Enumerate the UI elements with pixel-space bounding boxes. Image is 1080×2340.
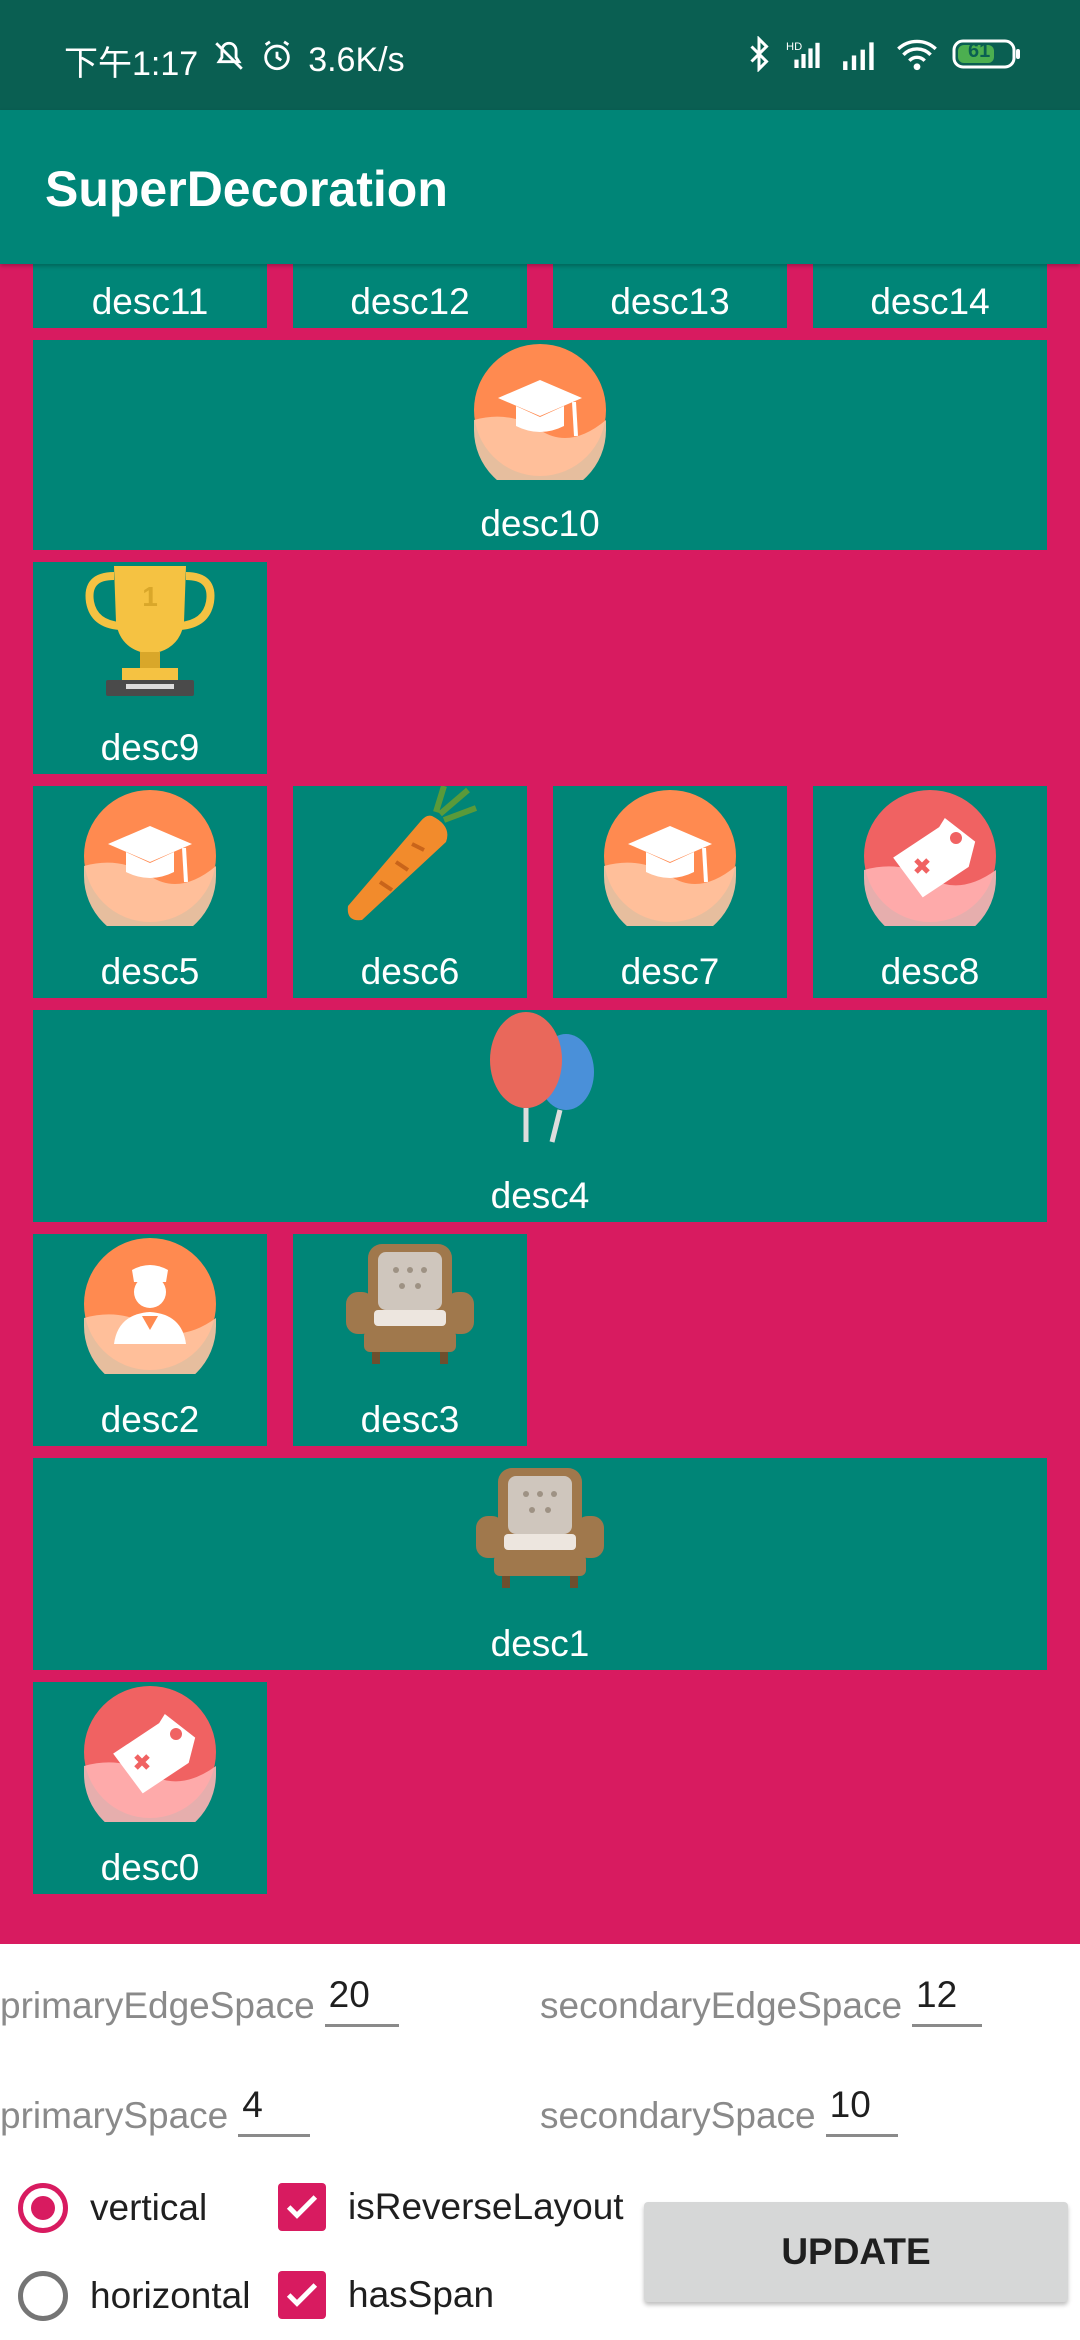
item-label: desc11 [91,281,209,322]
carrot-icon [340,786,480,926]
signal-icon [842,38,882,75]
primary-space-label: primarySpace [0,2095,229,2136]
status-right: HD 61 [746,35,1022,77]
checkbox-has-span-label: hasSpan [348,2274,495,2315]
item-label: desc4 [490,1175,590,1216]
item-label: desc7 [620,951,720,992]
grid-item-desc12[interactable]: desc12 [293,264,527,328]
grid-item-desc0[interactable]: desc0 [33,1682,267,1894]
update-button[interactable]: UPDATE [644,2202,1068,2302]
checkbox-checked-icon [278,2271,326,2319]
grid-item-desc5[interactable]: desc5 [33,786,267,998]
app-title: SuperDecoration [45,161,448,217]
secondary-edge-space-label: secondaryEdgeSpace [540,1985,903,2026]
nurse-icon [80,1234,220,1374]
secondary-space-label: secondarySpace [540,2095,816,2136]
radio-checked-icon [18,2183,68,2233]
radio-vertical-label: vertical [90,2187,208,2228]
battery-icon: 61 [952,37,1022,76]
net-speed: 3.6K/s [308,41,405,79]
grid-item-desc8[interactable]: desc8 [813,786,1047,998]
radio-horizontal[interactable]: horizontal [18,2271,250,2321]
item-label: desc3 [360,1399,460,1440]
radio-horizontal-label: horizontal [90,2275,251,2316]
recycler-grid[interactable]: desc11 desc12 desc13 desc14 desc10 1 des… [0,264,1080,1944]
checkbox-is-reverse-layout-label: isReverseLayout [348,2186,624,2227]
grid-item-desc1[interactable]: desc1 [33,1458,1047,1670]
primary-space-input[interactable] [238,2084,311,2137]
balloons-icon [470,1010,610,1150]
graduation-cap-icon [80,786,220,926]
item-label: desc12 [350,281,470,322]
item-label: desc14 [870,281,990,322]
price-tag-icon [80,1682,220,1822]
item-label: desc0 [100,1847,200,1888]
status-bar: 下午1:17 3.6K/s HD 61 [0,0,1080,110]
grid-item-desc11[interactable]: desc11 [33,264,267,328]
graduation-cap-icon [600,786,740,926]
battery-level: 61 [968,40,991,62]
item-label: desc13 [610,281,730,322]
item-label: desc2 [100,1399,200,1440]
checkbox-checked-icon [278,2183,326,2231]
armchair-icon [470,1458,610,1598]
secondary-space-input[interactable] [825,2084,898,2137]
secondary-space-field: secondarySpace [540,2084,898,2137]
svg-text:1: 1 [142,581,158,612]
graduation-cap-icon [470,340,610,480]
item-label: desc8 [880,951,980,992]
status-left: 下午1:17 3.6K/s [64,36,405,85]
item-label: desc5 [100,951,200,992]
grid-item-desc13[interactable]: desc13 [553,264,787,328]
item-label: desc9 [100,727,200,768]
grid-item-desc3[interactable]: desc3 [293,1234,527,1446]
mute-icon [212,39,246,82]
primary-edge-space-label: primaryEdgeSpace [0,1985,315,2026]
checkbox-is-reverse-layout[interactable]: isReverseLayout [278,2183,624,2231]
grid-item-desc7[interactable]: desc7 [553,786,787,998]
primary-edge-space-field: primaryEdgeSpace [0,1974,399,2027]
armchair-icon [340,1234,480,1374]
alarm-icon [260,39,294,82]
trophy-icon: 1 [80,562,220,702]
hd-signal-icon: HD [786,37,828,76]
checkbox-has-span[interactable]: hasSpan [278,2271,494,2319]
grid-item-desc4[interactable]: desc4 [33,1010,1047,1222]
grid-item-desc10[interactable]: desc10 [33,340,1047,550]
item-label: desc10 [480,503,600,544]
radio-unchecked-icon [18,2271,68,2321]
svg-text:HD: HD [786,41,802,53]
wifi-icon [896,37,938,76]
item-label: desc6 [360,951,460,992]
grid-item-desc9[interactable]: 1 desc9 [33,562,267,774]
primary-space-field: primarySpace [0,2084,311,2137]
radio-vertical[interactable]: vertical [18,2183,207,2233]
secondary-edge-space-input[interactable] [912,1974,983,2027]
grid-item-desc6[interactable]: desc6 [293,786,527,998]
grid-item-desc14[interactable]: desc14 [813,264,1047,328]
price-tag-icon [860,786,1000,926]
grid-item-desc2[interactable]: desc2 [33,1234,267,1446]
primary-edge-space-input[interactable] [324,1974,399,2027]
item-label: desc1 [490,1623,590,1664]
status-time: 下午1:17 [64,45,199,83]
app-bar: SuperDecoration [0,110,1080,264]
bluetooth-icon [746,35,772,77]
secondary-edge-space-field: secondaryEdgeSpace [540,1974,983,2027]
